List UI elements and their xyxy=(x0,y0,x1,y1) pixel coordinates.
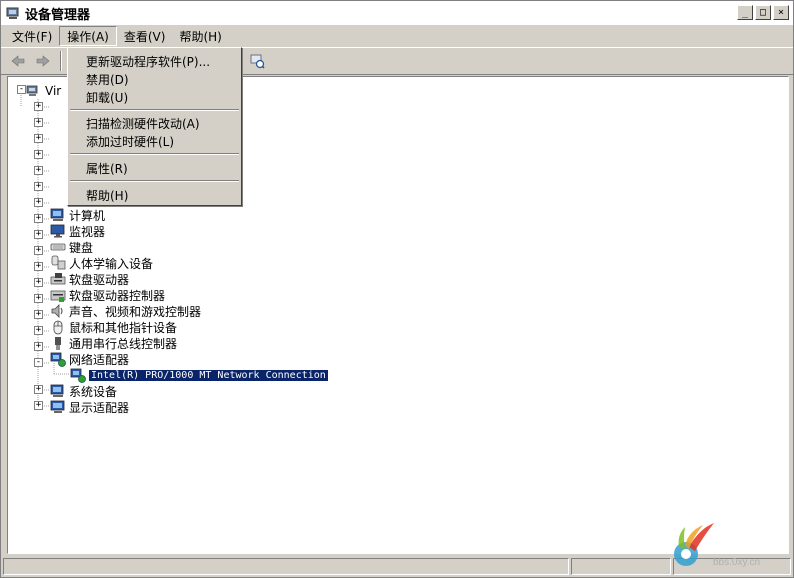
tree-item-label: 声音、视频和游戏控制器 xyxy=(69,304,202,319)
mouse-icon xyxy=(53,320,63,335)
expander-hid[interactable]: + xyxy=(34,262,43,271)
tree-item-hid[interactable]: 人体学输入设备 xyxy=(50,255,153,271)
scan-hardware-button[interactable] xyxy=(246,50,268,72)
tree-item-usb[interactable]: 通用串行总线控制器 xyxy=(50,335,177,351)
menu-bar: 文件(F) 操作(A) 查看(V) 帮助(H) xyxy=(1,25,793,47)
menu-item-help[interactable]: 帮助(H) xyxy=(70,186,239,204)
status-panel-2 xyxy=(571,558,671,575)
tree-item-label: 软盘驱动器控制器 xyxy=(69,288,166,303)
keyboard-icon xyxy=(50,243,66,251)
floppy-controller-icon xyxy=(50,290,66,302)
monitor-icon xyxy=(50,224,65,238)
tree-item-label-selected: Intel(R) PRO/1000 MT Network Connection xyxy=(89,369,328,381)
tree-item-computer[interactable]: 计算机 xyxy=(50,207,105,223)
window-title: 设备管理器 xyxy=(25,7,91,23)
expander-system-devices[interactable]: + xyxy=(34,385,43,394)
close-button[interactable]: × xyxy=(773,5,789,20)
tree-item-keyboards[interactable]: 键盘 xyxy=(50,239,93,255)
expander-keyboards[interactable]: + xyxy=(34,246,43,255)
expander[interactable]: + xyxy=(34,134,43,143)
tree-item-label: 通用串行总线控制器 xyxy=(69,336,178,351)
menu-item-add-legacy-hardware[interactable]: 添加过时硬件(L) xyxy=(70,132,239,150)
root-collapse-toggle[interactable]: - xyxy=(17,85,26,94)
maximize-button[interactable]: □ xyxy=(755,5,771,20)
menu-item-scan-hardware[interactable]: 扫描检测硬件改动(A) xyxy=(70,114,239,132)
tree-item-label: 网络适配器 xyxy=(69,352,130,367)
forward-button[interactable] xyxy=(32,50,54,72)
tree-item-label: 系统设备 xyxy=(69,384,118,399)
tree-item-label: 显示适配器 xyxy=(69,400,130,415)
tree-item-label: 鼠标和其他指针设备 xyxy=(69,320,178,335)
computer-icon xyxy=(50,208,64,221)
tree-item-intel-nic[interactable]: Intel(R) PRO/1000 MT Network Connection xyxy=(70,367,328,383)
toolbar-separator xyxy=(60,51,62,71)
tree-item-display-adapters[interactable]: 显示适配器 xyxy=(50,399,129,415)
action-menu-dropdown: 更新驱动程序软件(P)... 禁用(D) 卸载(U) 扫描检测硬件改动(A) 添… xyxy=(67,47,242,206)
status-panel-main xyxy=(3,558,569,575)
menu-separator xyxy=(70,153,239,155)
tree-item-label: 键盘 xyxy=(69,240,94,255)
window-controls: _ □ × xyxy=(737,5,789,20)
menu-item-uninstall[interactable]: 卸载(U) xyxy=(70,88,239,106)
tree-item-monitors[interactable]: 监视器 xyxy=(50,223,105,239)
expander[interactable]: + xyxy=(34,102,43,111)
back-button[interactable] xyxy=(7,50,29,72)
forward-arrow-icon xyxy=(36,55,50,67)
expander-usb[interactable]: + xyxy=(34,342,43,351)
hid-icon xyxy=(51,255,66,270)
tree-item-network[interactable]: 网络适配器 xyxy=(50,351,129,367)
scan-hardware-icon xyxy=(250,54,265,69)
expander-monitors[interactable]: + xyxy=(34,230,43,239)
device-manager-window: 设备管理器 _ □ × 文件(F) 操作(A) 查看(V) 帮助(H) Vir … xyxy=(0,0,794,578)
tree-item-floppy-drives[interactable]: 软盘驱动器 xyxy=(50,271,129,287)
expander[interactable]: + xyxy=(34,198,43,207)
expander-network[interactable]: - xyxy=(34,358,43,367)
device-manager-icon xyxy=(6,7,19,19)
title-bar: 设备管理器 _ □ × xyxy=(1,1,793,25)
expander-computer[interactable]: + xyxy=(34,214,43,223)
speaker-icon xyxy=(51,304,63,318)
usb-icon xyxy=(55,337,61,350)
expander[interactable]: + xyxy=(34,150,43,159)
system-devices-icon xyxy=(50,384,64,397)
menu-item-update-driver[interactable]: 更新驱动程序软件(P)... xyxy=(70,52,239,70)
network-adapter-icon xyxy=(50,352,66,367)
floppy-drive-icon xyxy=(50,273,66,285)
tree-root[interactable]: Vir xyxy=(26,83,61,99)
tree-item-label: 监视器 xyxy=(69,224,106,239)
expander-mice[interactable]: + xyxy=(34,326,43,335)
menu-view[interactable]: 查看(V) xyxy=(117,26,173,46)
tree-root-label: Vir xyxy=(45,84,62,98)
menu-help[interactable]: 帮助(H) xyxy=(172,26,228,46)
watermark-logo: bbs.0xy.cn xyxy=(674,523,760,568)
menu-separator xyxy=(70,109,239,111)
tree-item-label: 计算机 xyxy=(69,208,106,223)
network-card-icon xyxy=(70,368,86,383)
menu-action[interactable]: 操作(A) xyxy=(59,26,117,46)
watermark: bbs.0xy.cn xyxy=(669,519,789,569)
expander[interactable]: + xyxy=(34,118,43,127)
tree-item-sound[interactable]: 声音、视频和游戏控制器 xyxy=(50,303,201,319)
menu-item-disable[interactable]: 禁用(D) xyxy=(70,70,239,88)
watermark-text: bbs.0xy.cn xyxy=(713,557,760,568)
expander-sound[interactable]: + xyxy=(34,310,43,319)
expander-display-adapters[interactable]: + xyxy=(34,401,43,410)
expander-floppy-drives[interactable]: + xyxy=(34,278,43,287)
menu-file[interactable]: 文件(F) xyxy=(5,26,59,46)
tree-item-system-devices[interactable]: 系统设备 xyxy=(50,383,117,399)
tree-item-mice[interactable]: 鼠标和其他指针设备 xyxy=(50,319,177,335)
menu-separator xyxy=(70,180,239,182)
tree-item-label: 人体学输入设备 xyxy=(69,256,154,271)
computer-root-icon xyxy=(26,85,38,96)
back-arrow-icon xyxy=(11,55,25,67)
minimize-button[interactable]: _ xyxy=(737,5,753,20)
expander-floppy-controllers[interactable]: + xyxy=(34,294,43,303)
expander[interactable]: + xyxy=(34,166,43,175)
tree-item-floppy-controllers[interactable]: 软盘驱动器控制器 xyxy=(50,287,165,303)
menu-item-properties[interactable]: 属性(R) xyxy=(70,159,239,177)
expander[interactable]: + xyxy=(34,182,43,191)
tree-item-label: 软盘驱动器 xyxy=(69,272,130,287)
display-adapter-icon xyxy=(50,400,65,413)
